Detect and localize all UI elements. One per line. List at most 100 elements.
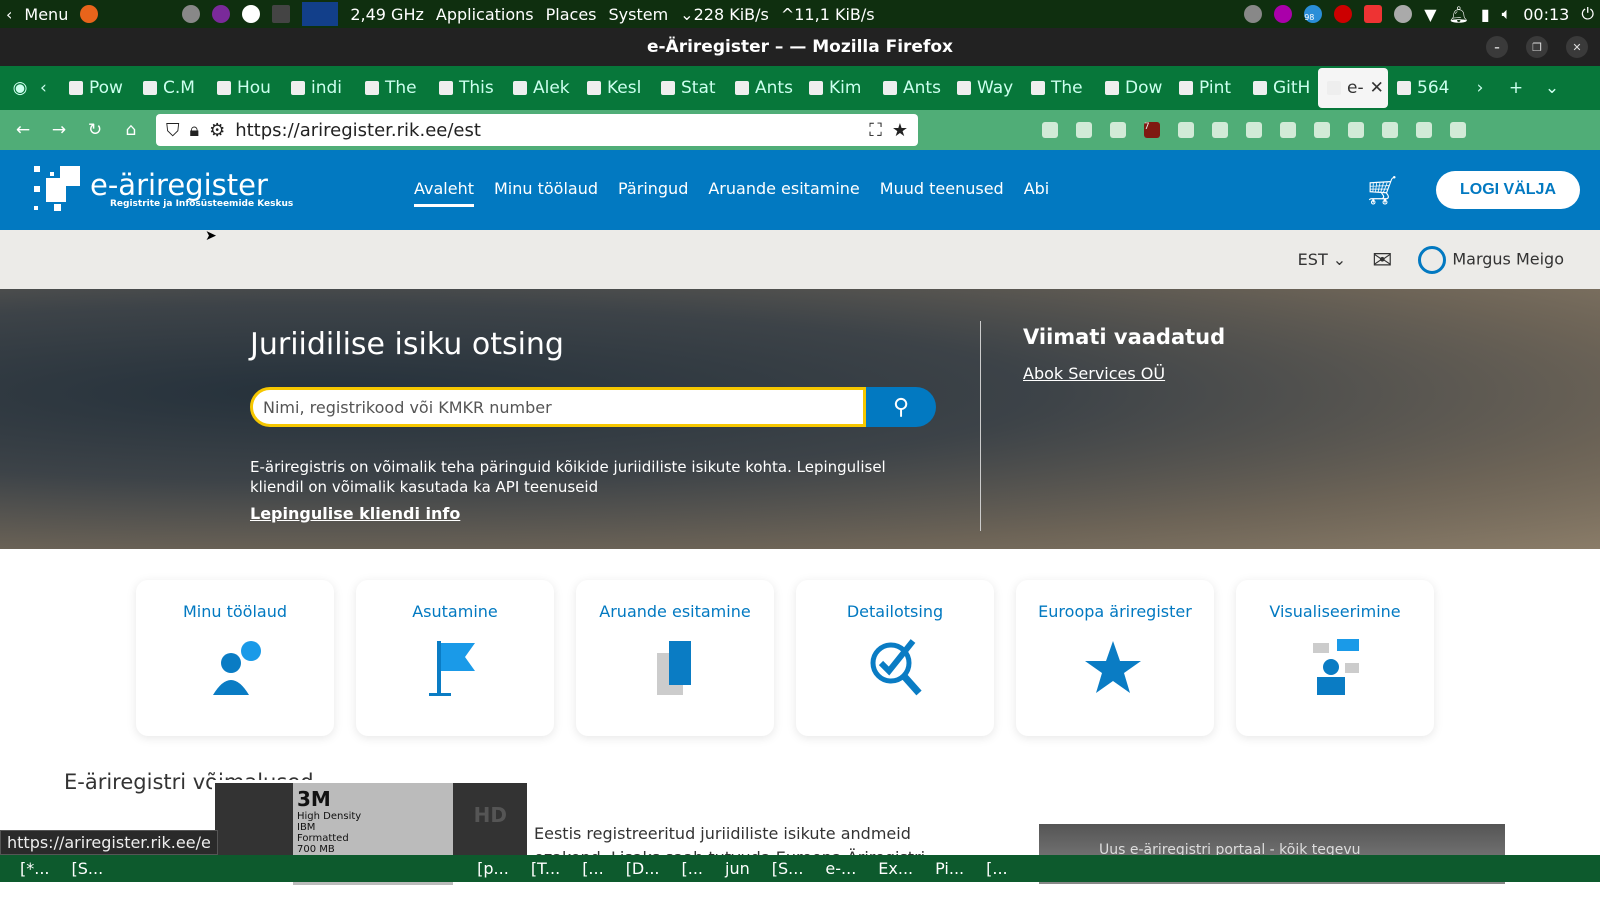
tabs-scroll-right[interactable]: ›	[1462, 78, 1498, 98]
taskbar-item[interactable]: [...	[986, 859, 1008, 878]
firefox-view-icon[interactable]: ◉	[0, 78, 40, 98]
nav-minu-toolaud[interactable]: Minu töölaud	[494, 173, 598, 207]
telegram-icon[interactable]: 98	[1304, 5, 1323, 23]
search-button[interactable]: ⚲	[866, 387, 936, 427]
globe-icon[interactable]	[1348, 122, 1364, 138]
js-icon[interactable]	[1178, 122, 1194, 138]
logout-button[interactable]: LOGI VÄLJA	[1435, 171, 1580, 209]
record-icon[interactable]	[1334, 5, 1353, 23]
translate-icon[interactable]: ⛶	[869, 120, 882, 141]
nav-abi[interactable]: Abi	[1024, 173, 1050, 207]
browser-tab[interactable]: Kesl	[578, 66, 652, 110]
browser-tab[interactable]: Way	[948, 66, 1022, 110]
power-icon[interactable]: ⏻	[1581, 4, 1594, 24]
home-button[interactable]: ⌂	[120, 120, 142, 140]
bookmark-star-icon[interactable]: ★	[892, 120, 908, 141]
browser-tab[interactable]: e- ✕	[1318, 68, 1388, 108]
cookie-icon[interactable]	[1382, 122, 1398, 138]
taskbar-item[interactable]: [*...	[20, 859, 50, 878]
card-visualiseerimine[interactable]: Visualiseerimine	[1236, 580, 1434, 736]
list-tabs-button[interactable]: ⌄	[1534, 78, 1570, 98]
ublock-icon[interactable]: 7	[1144, 122, 1160, 138]
block-icon[interactable]	[1364, 5, 1383, 23]
bell-icon[interactable]: 🔔︎	[1449, 5, 1469, 24]
audio-app-icon[interactable]	[1274, 5, 1293, 23]
browser-tab[interactable]: GitH	[1244, 66, 1318, 110]
url-text[interactable]: https://ariregister.rik.ee/est	[235, 120, 859, 141]
user-menu[interactable]: Margus Meigo	[1418, 245, 1564, 274]
applications-menu[interactable]: Applications	[436, 5, 534, 24]
nav-aruande-esitamine[interactable]: Aruande esitamine	[708, 173, 859, 207]
menu-button[interactable]: Menu	[24, 5, 68, 24]
maximize-button[interactable]: ❐	[1526, 36, 1548, 58]
browser-tab[interactable]: 564	[1388, 66, 1462, 110]
browser-tab[interactable]: Kim	[800, 66, 874, 110]
browser-tab[interactable]: Hou	[208, 66, 282, 110]
browser-tab[interactable]: Pow	[60, 66, 134, 110]
card-minu-toolaud[interactable]: Minu töölaud	[136, 580, 334, 736]
search-input[interactable]: Nimi, registrikood või KMKR number	[250, 387, 866, 427]
cart-icon[interactable]: 🛒︎	[1364, 174, 1400, 207]
pocket-icon[interactable]	[1042, 122, 1058, 138]
volume-icon[interactable]: 🔈︎	[1502, 4, 1512, 24]
shield-icon[interactable]: ⛉	[166, 120, 180, 141]
places-menu[interactable]: Places	[546, 5, 597, 24]
lock-icon[interactable]: 🔒︎	[190, 120, 200, 141]
card-aruande-esitamine[interactable]: Aruande esitamine	[576, 580, 774, 736]
browser-tab[interactable]: indi	[282, 66, 356, 110]
forward-button[interactable]: →	[48, 120, 70, 140]
menu-icon[interactable]	[1450, 122, 1466, 138]
url-bar[interactable]: ⛉ 🔒︎ ⚙ https://ariregister.rik.ee/est ⛶ …	[156, 114, 918, 146]
card-euroopa-ariregister[interactable]: Euroopa äriregister	[1016, 580, 1214, 736]
taskbar-item[interactable]: [...	[682, 859, 704, 878]
nav-muud-teenused[interactable]: Muud teenused	[880, 173, 1004, 207]
nav-avaleht[interactable]: Avaleht	[414, 173, 474, 207]
bluetooth-icon[interactable]	[1244, 5, 1263, 23]
system-menu[interactable]: System	[609, 5, 669, 24]
tor-icon[interactable]	[212, 5, 231, 23]
tabs-scroll-left[interactable]: ‹	[40, 78, 60, 98]
link-icon[interactable]	[1246, 122, 1262, 138]
taskbar-item[interactable]: [p...	[477, 859, 509, 878]
nav-paringud[interactable]: Päringud	[618, 173, 688, 207]
taskbar-item[interactable]: e-...	[825, 859, 856, 878]
extensions-icon[interactable]	[1416, 122, 1432, 138]
recent-item-link[interactable]: Abok Services OÜ	[1023, 364, 1165, 383]
browser-tab[interactable]: The	[1022, 66, 1096, 110]
opera-icon[interactable]	[242, 5, 261, 23]
browser-tab[interactable]: Pint	[1170, 66, 1244, 110]
taskbar-item[interactable]: [D...	[626, 859, 660, 878]
notes-icon[interactable]	[1110, 122, 1126, 138]
shield-icon[interactable]	[1394, 5, 1413, 23]
permissions-icon[interactable]: ⚙	[209, 120, 225, 141]
back-button[interactable]: ←	[12, 120, 34, 140]
close-window-button[interactable]: ✕	[1566, 36, 1588, 58]
minimize-button[interactable]: –	[1486, 36, 1508, 58]
taskbar-item[interactable]: [...	[582, 859, 604, 878]
browser-tab[interactable]: Ants	[874, 66, 948, 110]
battery-icon[interactable]: ▮	[1481, 5, 1490, 24]
taskbar-item[interactable]: [S...	[72, 859, 104, 878]
clock[interactable]: 00:13	[1523, 5, 1569, 24]
browser-tab[interactable]: This	[430, 66, 504, 110]
vtr-icon[interactable]	[1212, 122, 1228, 138]
search-tool-icon[interactable]	[182, 5, 201, 23]
id-icon[interactable]	[1314, 122, 1330, 138]
taskbar-item[interactable]: [S...	[772, 859, 804, 878]
taskbar-item[interactable]: jun	[725, 859, 750, 878]
firefox-launcher-icon[interactable]	[80, 5, 99, 23]
browser-tab[interactable]: C.M	[134, 66, 208, 110]
taskbar-item[interactable]: Pi...	[935, 859, 964, 878]
browser-tab[interactable]: Dow	[1096, 66, 1170, 110]
downloads-icon[interactable]	[1076, 122, 1092, 138]
card-detailotsing[interactable]: Detailotsing	[796, 580, 994, 736]
new-tab-button[interactable]: +	[1498, 78, 1534, 98]
browser-tab[interactable]: The	[356, 66, 430, 110]
taskbar-item[interactable]: Ex...	[878, 859, 913, 878]
browser-tab[interactable]: Stat	[652, 66, 726, 110]
language-select[interactable]: EST ⌄	[1298, 250, 1347, 269]
terminal-icon[interactable]	[272, 5, 291, 23]
vpn-icon[interactable]	[1280, 122, 1296, 138]
contract-client-link[interactable]: Lepingulise kliendi info	[250, 504, 460, 523]
wifi-icon[interactable]: ▼	[1424, 5, 1436, 24]
